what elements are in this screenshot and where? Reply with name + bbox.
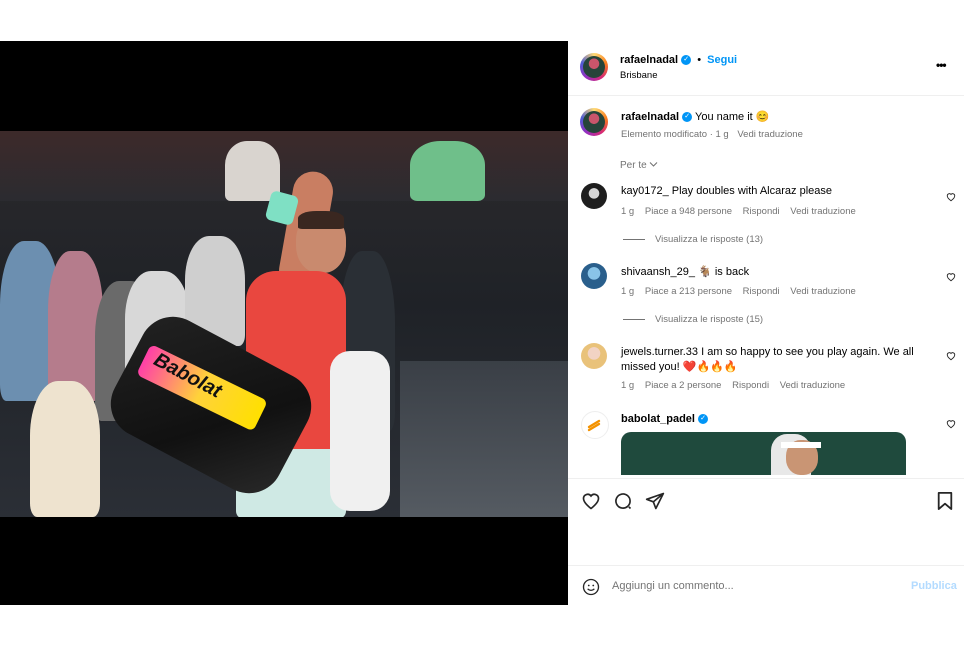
caption-author-avatar[interactable] [580,108,608,136]
post-media[interactable]: Babolat [0,41,568,605]
comment-text: 🐐 is back [698,266,750,278]
post-photo: Babolat [0,131,568,517]
post-actions [568,478,964,566]
comment-likes-link[interactable]: Piace a 948 persone [645,206,732,217]
translate-link[interactable]: Vedi traduzione [780,380,846,391]
comment-username[interactable]: kay0172_ [621,185,669,197]
author-username[interactable]: rafaelnadal [620,54,678,66]
chevron-down-icon [649,160,658,171]
comment-meta: 1 g Piace a 2 persone Rispondi Vedi trad… [621,380,845,391]
reply-button[interactable]: Rispondi [732,380,769,391]
comment-text: Play doubles with Alcaraz please [671,185,832,197]
commenter-avatar[interactable] [581,183,607,209]
follow-button[interactable]: Segui [707,54,737,66]
towel [330,351,390,511]
comment: kay0172_ Play doubles with Alcaraz pleas… [621,185,921,197]
caption-meta: Elemento modificato · 1 g [621,129,729,140]
comment-heart-icon[interactable] [946,192,956,205]
emoji-icon[interactable] [582,578,600,599]
comment: shivaansh_29_ 🐐 is back [621,265,921,278]
comment-age: 1 g [621,286,635,297]
comment-heart-icon[interactable] [946,272,956,285]
verified-icon: ✓ [682,112,693,123]
author-avatar[interactable] [580,53,608,81]
share-icon[interactable] [645,491,665,514]
bookmark-icon[interactable] [936,491,954,514]
post-header: rafaelnadal ✓ • Segui Brisbane ••• [568,41,964,96]
commenter-avatar[interactable] [581,263,607,289]
translate-link[interactable]: Vedi traduzione [790,286,856,297]
reply-button[interactable]: Rispondi [743,286,780,297]
post-panel: rafaelnadal ✓ • Segui Brisbane ••• rafae… [568,41,964,605]
spectator [30,381,100,517]
comment-heart-icon[interactable] [946,419,956,432]
caption-username[interactable]: rafaelnadal [621,111,679,123]
post-location[interactable]: Brisbane [620,70,658,81]
caption-translate-link[interactable]: Vedi traduzione [737,129,803,140]
comment-image[interactable] [621,432,906,475]
comment-meta: 1 g Piace a 213 persone Rispondi Vedi tr… [621,286,856,297]
comment-username[interactable]: jewels.turner.33 [621,346,698,358]
view-replies-button[interactable]: Visualizza le risposte (13) [623,234,763,245]
commenter-avatar[interactable] [581,411,609,439]
comment-age: 1 g [621,206,635,217]
comment-username[interactable]: shivaansh_29_ [621,266,695,278]
separator-dot: • [697,54,702,66]
comment-username[interactable]: babolat_padel [621,413,695,425]
reply-button[interactable]: Rispondi [743,206,780,217]
player-hair [298,211,344,229]
comments-sort-label: Per te [620,160,647,171]
commenter-avatar[interactable] [581,343,607,369]
stadium-seats [400,361,568,517]
comment-heart-icon[interactable] [946,351,956,364]
heart-icon[interactable] [581,491,601,514]
comment: babolat_padel ✓ [621,413,709,425]
verified-icon: ✓ [681,55,692,66]
spectator [410,141,485,201]
comment-input[interactable] [612,578,892,594]
view-replies-button[interactable]: Visualizza le risposte (15) [623,314,763,325]
verified-icon: ✓ [698,414,709,425]
comment-meta: 1 g Piace a 948 persone Rispondi Vedi tr… [621,206,856,217]
more-options-icon[interactable]: ••• [936,58,947,72]
view-replies-label: Visualizza le risposte (15) [655,314,764,325]
comment-likes-link[interactable]: Piace a 2 persone [645,380,722,391]
comment-age: 1 g [621,380,635,391]
view-replies-label: Visualizza le risposte (13) [655,234,764,245]
comment: jewels.turner.33 I am so happy to see yo… [621,345,921,375]
caption-text: You name it 😊 [695,111,770,123]
comment-icon[interactable] [613,491,633,514]
comment-composer: Pubblica [568,565,964,606]
publish-button[interactable]: Pubblica [911,580,957,592]
translate-link[interactable]: Vedi traduzione [790,206,856,217]
comments-sort[interactable]: Per te [620,160,658,171]
comment-likes-link[interactable]: Piace a 213 persone [645,286,732,297]
